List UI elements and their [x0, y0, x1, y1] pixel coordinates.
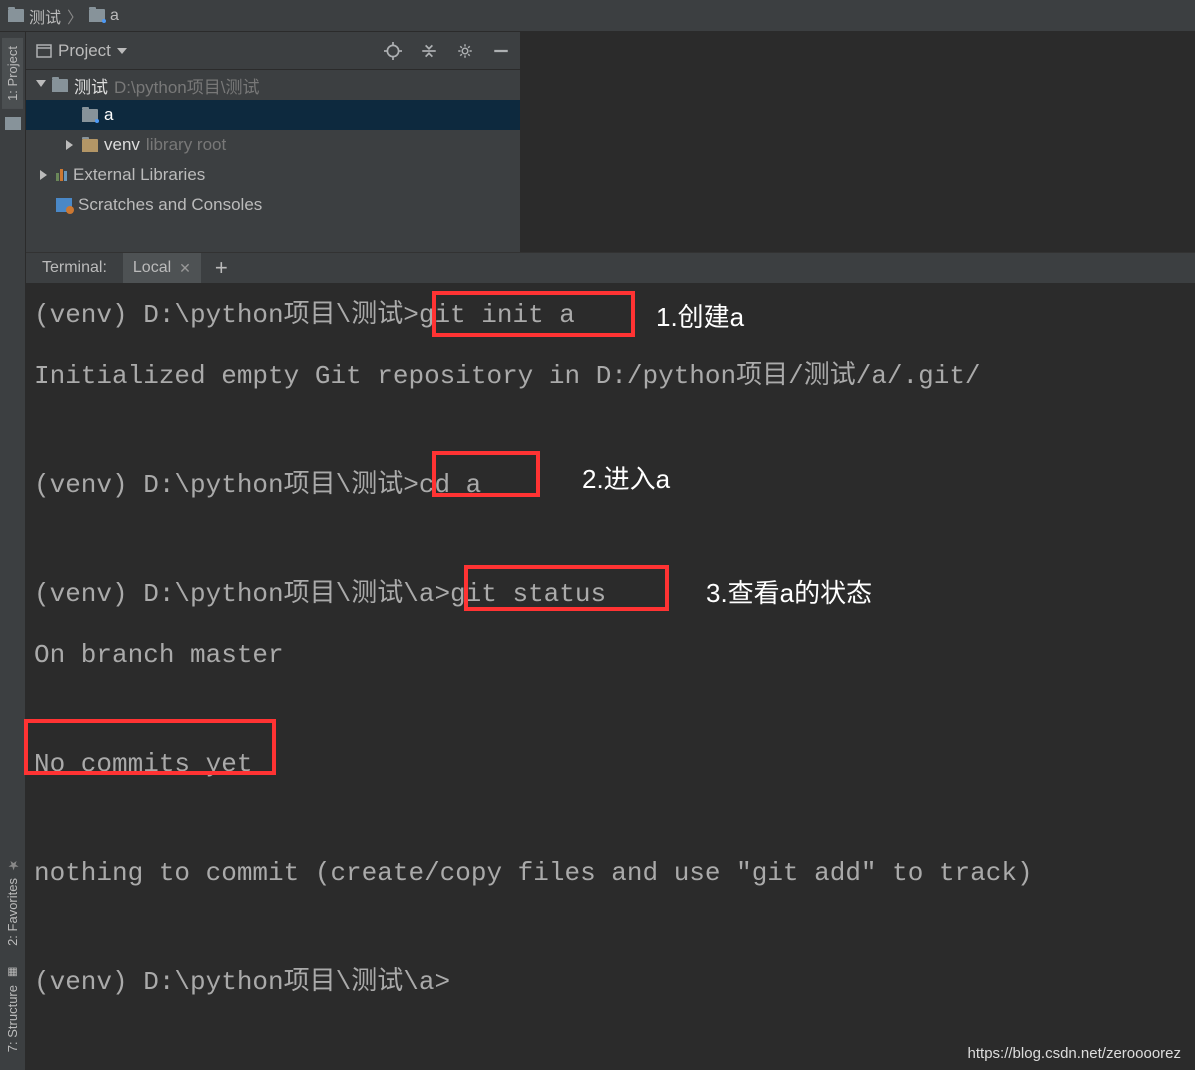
tree-scratches[interactable]: Scratches and Consoles	[26, 190, 520, 220]
gear-icon[interactable]	[456, 42, 474, 60]
target-icon[interactable]	[384, 42, 402, 60]
terminal-tab-local[interactable]: Local ✕	[123, 253, 201, 283]
tree-folder-a[interactable]: a	[26, 100, 520, 130]
project-tree: 测试 D:\python项目\测试 a venv library root	[26, 70, 520, 252]
folder-icon[interactable]	[5, 117, 21, 130]
chevron-down-icon	[117, 48, 127, 54]
tree-root[interactable]: 测试 D:\python项目\测试	[26, 70, 520, 100]
watermark: https://blog.csdn.net/zeroooorez	[968, 1045, 1181, 1062]
project-view-selector[interactable]: Project	[36, 41, 127, 61]
annotation: 2.进入a	[582, 460, 670, 499]
breadcrumb-child[interactable]: a	[89, 7, 119, 25]
breadcrumb-root[interactable]: 测试	[8, 4, 61, 28]
project-panel: Project 测试 D:\python项目\	[26, 32, 520, 252]
tree-ext-libs[interactable]: External Libraries	[26, 160, 520, 190]
terminal-line: (venv) D:\python项目\测试>git init a	[34, 296, 1187, 335]
breadcrumb: 测试 〉 a	[0, 0, 1195, 32]
annotation: 3.查看a的状态	[706, 574, 872, 613]
minimize-icon[interactable]	[492, 42, 510, 60]
terminal-title: Terminal:	[26, 253, 123, 283]
tree-venv[interactable]: venv library root	[26, 130, 520, 160]
breadcrumb-separator: 〉	[67, 4, 83, 28]
gutter-tab-structure[interactable]: 7: Structure▦	[2, 958, 23, 1060]
close-icon[interactable]: ✕	[179, 260, 191, 277]
terminal-line: (venv) D:\python项目\测试\a>git status	[34, 575, 1187, 614]
terminal-line: No commits yet	[34, 745, 1187, 784]
libraries-icon	[56, 169, 67, 181]
terminal-panel: Terminal: Local ✕ + (venv) D:\python项目\测…	[26, 252, 1195, 1070]
terminal-output[interactable]: (venv) D:\python项目\测试>git init a Initial…	[26, 284, 1195, 1070]
left-gutter: 1: Project 2: Favorites★ 7: Structure▦	[0, 32, 26, 1070]
scratches-icon	[56, 198, 72, 212]
editor-area	[520, 32, 1195, 252]
terminal-line: nothing to commit (create/copy files and…	[34, 854, 1187, 893]
terminal-line: (venv) D:\python项目\测试\a>	[34, 963, 1187, 1002]
window-icon	[36, 43, 52, 59]
terminal-line: On branch master	[34, 636, 1187, 675]
collapse-icon[interactable]	[420, 42, 438, 60]
gutter-tab-project[interactable]: 1: Project	[2, 38, 23, 109]
terminal-add-tab[interactable]: +	[201, 255, 242, 281]
terminal-line: Initialized empty Git repository in D:/p…	[34, 357, 1187, 396]
annotation: 1.创建a	[656, 298, 744, 337]
gutter-tab-favorites[interactable]: 2: Favorites★	[2, 849, 23, 954]
